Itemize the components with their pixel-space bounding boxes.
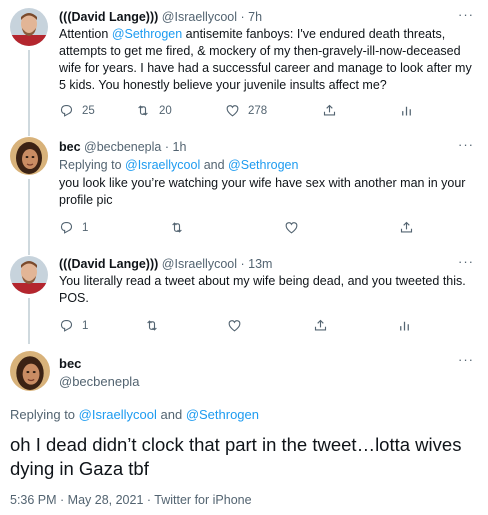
author-name[interactable]: (((David Lange))): [59, 257, 158, 271]
author-handle[interactable]: @becbenepla: [84, 140, 161, 154]
share-icon: [400, 221, 413, 233]
mention-link[interactable]: @Sethrogen: [186, 407, 259, 422]
avatar-david-lange[interactable]: [10, 256, 48, 294]
avatar-bec[interactable]: [10, 137, 48, 175]
avatar-david-lange[interactable]: [10, 8, 48, 46]
retweet-button[interactable]: [169, 220, 185, 235]
like-count: 278: [248, 104, 268, 117]
tweet-header: (((David Lange))) @Israellycool · 13m: [59, 256, 272, 272]
more-options-button[interactable]: ···: [458, 137, 474, 152]
analytics-icon: [402, 106, 411, 116]
tweet-actions: 25 20 278: [59, 103, 419, 119]
more-options-button[interactable]: ···: [458, 254, 474, 269]
thread-line: [28, 248, 30, 255]
like-button[interactable]: 278: [225, 103, 267, 118]
tweet-2[interactable]: bec @becbenepla · 1h ··· Replying to @Is…: [0, 130, 488, 248]
replying-prefix: Replying to: [10, 407, 79, 422]
replying-prefix: Replying to: [59, 158, 126, 172]
reply-count: 1: [82, 319, 89, 332]
replying-to: Replying to @Israellycool and @Sethrogen: [59, 157, 298, 173]
retweet-button[interactable]: 20: [135, 103, 172, 118]
main-tweet-text: oh I dead didn’t clock that part in the …: [10, 434, 462, 479]
separator: ·: [240, 257, 245, 271]
analytics-button[interactable]: [397, 318, 412, 333]
author-handle[interactable]: @becbenepla: [59, 374, 139, 389]
mention-link[interactable]: @Sethrogen: [112, 27, 182, 41]
mention-link[interactable]: @Israellycool: [79, 407, 157, 422]
author-name[interactable]: bec: [59, 140, 81, 154]
thread-line: [28, 179, 30, 248]
retweet-count: 20: [159, 104, 172, 117]
analytics-button[interactable]: [399, 103, 414, 118]
tweet-timestamp-source[interactable]: 5:36 PM · May 28, 2021 · Twitter for iPh…: [10, 493, 252, 507]
mention-link[interactable]: @Sethrogen: [228, 158, 298, 172]
tweet-text: Attention @Sethrogen antisemite fanboys:…: [59, 26, 479, 94]
replying-and: and: [200, 158, 229, 172]
like-button[interactable]: [227, 318, 242, 333]
reply-count: 1: [82, 221, 89, 234]
tweet-actions: 1: [59, 318, 419, 334]
tweet-header: (((David Lange))) @Israellycool · 7h: [59, 9, 262, 25]
reply-button[interactable]: 1: [59, 220, 88, 235]
reply-icon: [60, 104, 73, 117]
share-button[interactable]: [399, 220, 414, 235]
share-icon: [314, 319, 327, 331]
body-text: Attention: [59, 27, 112, 41]
share-button[interactable]: [322, 103, 337, 118]
thread-line: [28, 50, 30, 130]
author-handle[interactable]: @Israellycool: [162, 257, 237, 271]
mention-link[interactable]: @Israellycool: [125, 158, 200, 172]
tweet-actions: 1: [59, 220, 419, 236]
tweet-header: bec @becbenepla · 1h: [59, 139, 186, 155]
tweet-3[interactable]: (((David Lange))) @Israellycool · 13m ··…: [0, 248, 488, 344]
reply-icon: [60, 221, 73, 234]
heart-icon: [228, 320, 241, 332]
timestamp[interactable]: 13m: [248, 257, 272, 271]
more-options-button[interactable]: ···: [458, 7, 474, 22]
replying-and: and: [156, 407, 186, 422]
avatar-bec[interactable]: [10, 351, 50, 391]
timestamp[interactable]: 7h: [248, 10, 262, 24]
like-button[interactable]: [284, 220, 299, 235]
retweet-icon: [147, 320, 157, 331]
more-options-button[interactable]: ···: [458, 352, 474, 367]
tweet-text: You literally read a tweet about my wife…: [59, 274, 466, 305]
reply-button[interactable]: 25: [59, 103, 95, 118]
author-handle[interactable]: @Israellycool: [162, 10, 237, 24]
retweet-button[interactable]: [144, 318, 160, 333]
tweet-text: you look like you’re watching your wife …: [59, 176, 466, 207]
thread-line: [28, 130, 30, 136]
author-name[interactable]: bec: [59, 356, 81, 371]
reply-count: 25: [82, 104, 95, 117]
timestamp[interactable]: 1h: [173, 140, 187, 154]
retweet-icon: [138, 105, 148, 116]
separator: ·: [164, 140, 170, 154]
share-icon: [323, 104, 336, 116]
tweet-1[interactable]: (((David Lange))) @Israellycool · 7h ···…: [0, 0, 488, 130]
separator: ·: [240, 10, 245, 24]
heart-icon: [285, 222, 298, 234]
retweet-icon: [172, 222, 182, 233]
analytics-icon: [400, 321, 409, 331]
author-name[interactable]: (((David Lange))): [59, 10, 158, 24]
replying-to: Replying to @Israellycool and @Sethrogen: [10, 407, 259, 422]
thread-line: [28, 298, 30, 344]
share-button[interactable]: [313, 318, 328, 333]
heart-icon: [226, 105, 239, 117]
reply-icon: [60, 319, 73, 332]
reply-button[interactable]: 1: [59, 318, 88, 333]
